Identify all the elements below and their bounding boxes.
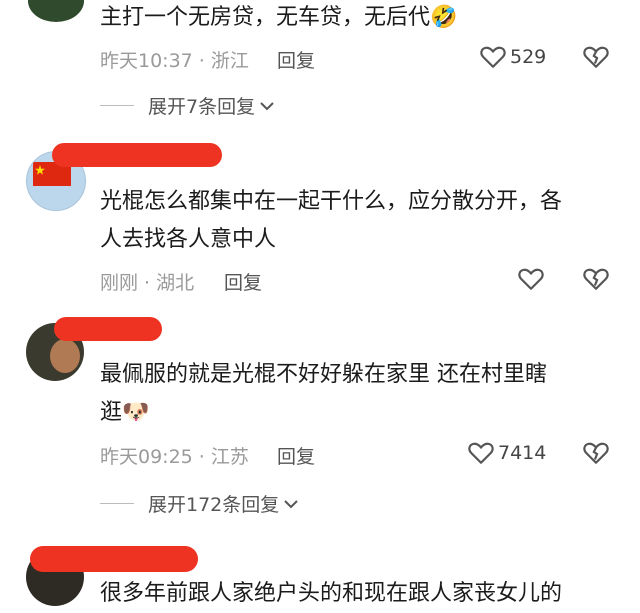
laughing-emoji-icon: 🤣 xyxy=(430,5,458,30)
comment-text: 最佩服的就是光棍不好好躲在家里 还在村里瞎 逛🐶 xyxy=(100,356,547,432)
comment-meta: 刚刚 · 湖北 xyxy=(100,272,195,294)
heart-icon[interactable] xyxy=(468,441,494,465)
divider xyxy=(100,503,134,504)
redacted-username xyxy=(30,546,198,572)
broken-heart-icon[interactable] xyxy=(583,267,609,291)
expand-replies-button[interactable]: 展开7条回复 xyxy=(100,92,275,119)
comment-line: 逛 xyxy=(100,400,123,425)
reply-button[interactable]: 回复 xyxy=(277,442,315,469)
chevron-down-icon xyxy=(259,95,275,117)
broken-heart-icon[interactable] xyxy=(583,441,609,465)
comment-line: 人去找各人意中人 xyxy=(100,227,277,252)
heart-icon[interactable] xyxy=(518,267,544,291)
reply-button[interactable]: 回复 xyxy=(224,268,262,295)
like-count: 529 xyxy=(510,46,547,68)
comment-body: 主打一个无房贷，无车贷，无后代 xyxy=(100,5,431,30)
dog-emoji-icon: 🐶 xyxy=(122,400,150,425)
heart-icon[interactable] xyxy=(480,45,506,69)
comment-text: 很多年前跟人家绝户头的和现在跟人家丧女儿的 xyxy=(100,581,563,606)
comment-line: 最佩服的就是光棍不好好躲在家里 还在村里瞎 xyxy=(100,362,547,387)
comment-text: 主打一个无房贷，无车贷，无后代🤣 xyxy=(100,0,457,37)
redacted-username xyxy=(54,317,162,341)
expand-replies-label: 展开7条回复 xyxy=(148,96,256,118)
like-count: 7414 xyxy=(498,442,547,464)
comment-text: 光棍怎么都集中在一起干什么，应分散分开，各 人去找各人意中人 xyxy=(100,183,562,259)
redacted-username xyxy=(52,143,222,167)
comment-meta: 昨天09:25 · 江苏 xyxy=(100,446,249,468)
avatar[interactable] xyxy=(28,0,84,22)
comment-line: 光棍怎么都集中在一起干什么，应分散分开，各 xyxy=(100,189,563,214)
divider xyxy=(100,105,134,106)
broken-heart-icon[interactable] xyxy=(583,45,609,69)
chevron-down-icon xyxy=(283,493,299,515)
comment-meta: 昨天10:37 · 浙江 xyxy=(100,50,249,72)
expand-replies-button[interactable]: 展开172条回复 xyxy=(100,490,299,517)
expand-replies-label: 展开172条回复 xyxy=(148,494,280,516)
reply-button[interactable]: 回复 xyxy=(277,46,315,73)
